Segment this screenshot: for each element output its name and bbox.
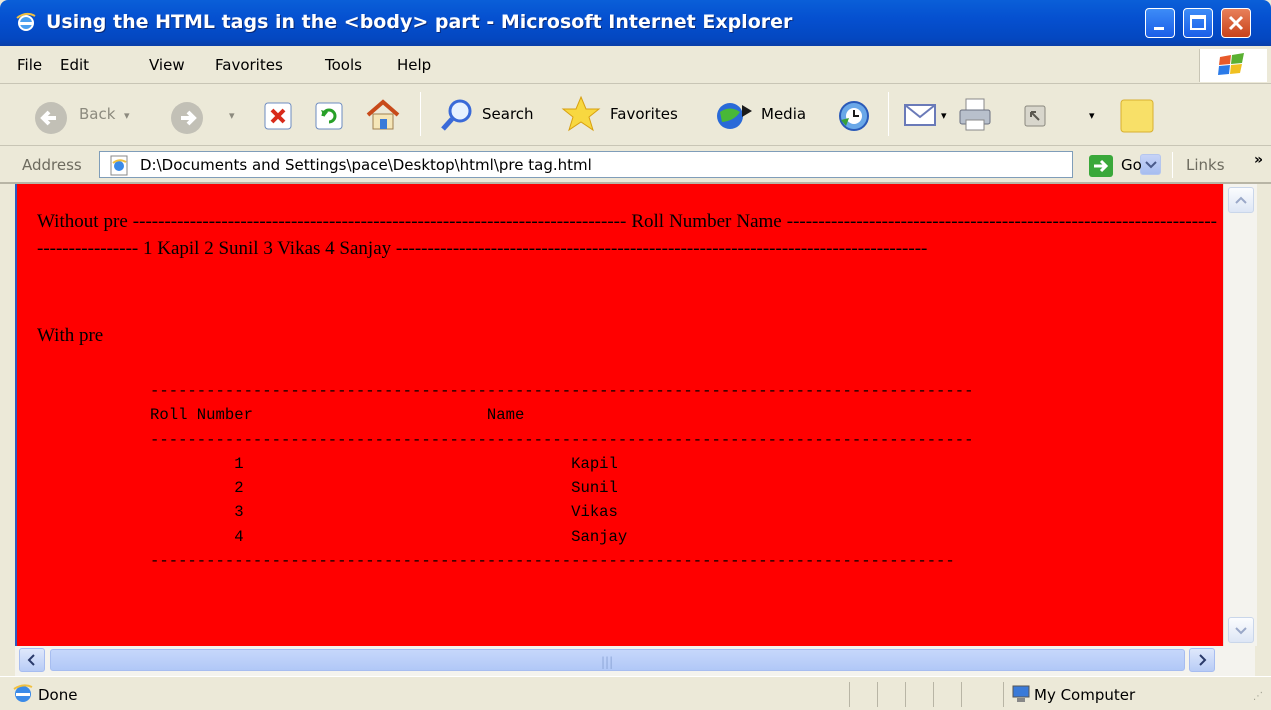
status-panel — [1003, 682, 1004, 707]
pre-block: ----------------------------------------… — [150, 382, 974, 571]
menu-tools[interactable]: Tools — [325, 56, 362, 74]
title-bar[interactable]: Using the HTML tags in the <body> part -… — [0, 0, 1271, 46]
grip-icon: ||| — [601, 655, 614, 669]
address-label: Address — [22, 156, 82, 174]
home-icon[interactable] — [364, 97, 402, 133]
page-content: Without pre ----------------------------… — [17, 184, 1223, 646]
address-dropdown-button[interactable] — [1140, 154, 1161, 175]
print-icon[interactable] — [956, 96, 994, 134]
edit-dropdown-icon[interactable]: ▾ — [1089, 109, 1095, 122]
windows-logo-icon — [1199, 49, 1267, 82]
menu-file[interactable]: File — [17, 56, 42, 74]
menu-edit[interactable]: Edit — [60, 56, 89, 74]
maximize-button[interactable] — [1183, 8, 1213, 38]
with-pre-label: With pre — [37, 325, 104, 346]
back-dropdown-icon[interactable]: ▾ — [124, 109, 130, 122]
search-icon[interactable] — [438, 97, 478, 133]
horizontal-scroll-thumb[interactable]: ||| — [50, 649, 1185, 671]
media-button-label[interactable]: Media — [761, 105, 806, 123]
status-panel — [961, 682, 962, 707]
maximize-icon — [1190, 15, 1206, 30]
status-panel — [933, 682, 934, 707]
menu-help[interactable]: Help — [397, 56, 431, 74]
scroll-right-button[interactable] — [1189, 648, 1215, 672]
scroll-down-button[interactable] — [1228, 617, 1254, 643]
forward-arrow-icon[interactable] — [168, 99, 206, 137]
history-icon[interactable] — [836, 98, 872, 134]
toolbar-separator — [420, 92, 421, 136]
mail-dropdown-icon[interactable]: ▾ — [941, 109, 947, 122]
go-button-label[interactable]: Go — [1121, 156, 1142, 174]
status-panel — [905, 682, 906, 707]
minimize-button[interactable] — [1145, 8, 1175, 38]
favorites-button-label[interactable]: Favorites — [610, 105, 678, 123]
address-bar: Address D:\Documents and Settings\pace\D… — [0, 146, 1271, 184]
standard-toolbar: Back ▾ ▾ Search Favorites Media ▾ ▾ — [0, 84, 1271, 146]
media-icon[interactable] — [712, 97, 756, 133]
vertical-scrollbar[interactable] — [1223, 184, 1257, 646]
address-input[interactable]: D:\Documents and Settings\pace\Desktop\h… — [99, 151, 1161, 178]
favorites-star-icon[interactable] — [561, 94, 601, 134]
mail-icon[interactable] — [902, 98, 940, 132]
page-done-icon — [13, 684, 33, 702]
chevron-up-icon — [1235, 196, 1247, 204]
close-icon — [1228, 15, 1244, 31]
scroll-up-button[interactable] — [1228, 187, 1254, 213]
links-label[interactable]: Links — [1186, 156, 1225, 174]
go-arrow-icon[interactable] — [1088, 154, 1114, 178]
status-bar: Done My Computer ⋰ — [0, 676, 1271, 710]
minimize-icon — [1154, 27, 1164, 30]
chevron-down-icon — [1145, 161, 1157, 169]
security-zone-label: My Computer — [1034, 686, 1136, 704]
back-arrow-icon[interactable] — [32, 99, 70, 137]
ie-logo-icon — [16, 12, 36, 31]
toolbar-separator — [1172, 152, 1173, 178]
content-frame: Without pre ----------------------------… — [15, 184, 1257, 646]
scroll-left-button[interactable] — [19, 648, 45, 672]
toolbar-separator — [888, 92, 889, 136]
stop-icon[interactable] — [262, 100, 294, 132]
menu-bar: File Edit View Favorites Tools Help — [0, 46, 1271, 84]
back-button-label[interactable]: Back — [79, 105, 115, 123]
status-panel — [849, 682, 850, 707]
horizontal-scrollbar[interactable]: ||| — [15, 646, 1255, 676]
chevron-right-icon — [1199, 654, 1207, 666]
chevron-left-icon — [27, 654, 35, 666]
chevron-down-icon — [1235, 627, 1247, 635]
forward-dropdown-icon[interactable]: ▾ — [229, 109, 235, 122]
address-value[interactable]: D:\Documents and Settings\pace\Desktop\h… — [140, 156, 592, 174]
page-icon — [110, 155, 128, 176]
status-text: Done — [38, 686, 78, 704]
ie-window: Using the HTML tags in the <body> part -… — [0, 0, 1271, 710]
menu-view[interactable]: View — [149, 56, 185, 74]
messenger-note-icon[interactable] — [1117, 96, 1157, 136]
window-title: Using the HTML tags in the <body> part -… — [46, 11, 793, 33]
my-computer-icon — [1012, 685, 1030, 702]
menu-favorites[interactable]: Favorites — [215, 56, 283, 74]
close-button[interactable] — [1221, 8, 1251, 38]
status-panel — [877, 682, 878, 707]
without-pre-paragraph: Without pre ----------------------------… — [37, 211, 1217, 259]
chevron-right-double-icon[interactable]: » — [1254, 152, 1263, 168]
search-button-label[interactable]: Search — [482, 105, 534, 123]
edit-icon[interactable] — [1021, 102, 1049, 130]
resize-grip-icon[interactable]: ⋰ — [1253, 691, 1263, 702]
refresh-icon[interactable] — [313, 100, 345, 132]
